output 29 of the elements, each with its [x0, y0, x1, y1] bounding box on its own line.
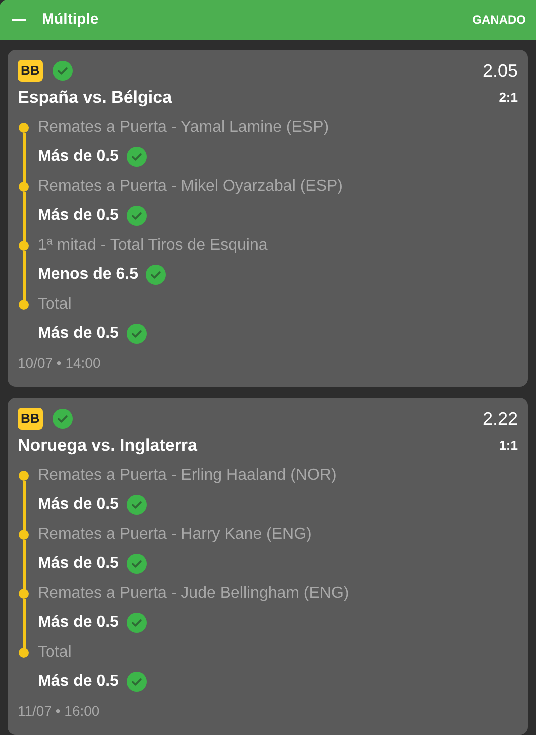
odds: 2.22 — [482, 408, 518, 430]
market-name: Total — [38, 642, 72, 662]
bet-status: GANADO — [472, 12, 526, 29]
match-date: 11/07 • 16:00 — [18, 702, 100, 721]
match-title: España vs. Bélgica — [18, 87, 172, 110]
selection-pick: Más de 0.5 — [38, 613, 119, 633]
selection-pick: Más de 0.5 — [38, 147, 119, 167]
bet-builder-badge: BB — [18, 408, 43, 430]
selection-pick: Más de 0.5 — [38, 324, 119, 344]
market-name: 1ª mitad - Total Tiros de Esquina — [38, 236, 268, 256]
selection-pick: Más de 0.5 — [38, 495, 119, 515]
selection-pick: Más de 0.5 — [38, 672, 119, 692]
match-score: 1:1 — [499, 437, 518, 456]
match-title: Noruega vs. Inglaterra — [18, 435, 198, 458]
market-name: Remates a Puerta - Harry Kane (ENG) — [38, 524, 312, 544]
bet-type-title: Múltiple — [42, 10, 99, 30]
header-bar[interactable]: Múltiple GANADO — [0, 0, 536, 40]
match-date: 10/07 • 14:00 — [18, 354, 101, 373]
odds: 2.05 — [482, 60, 518, 82]
market-name: Remates a Puerta - Yamal Lamine (ESP) — [38, 118, 330, 138]
selection-pick: Más de 0.5 — [38, 554, 119, 574]
market-name: Remates a Puerta - Jude Bellingham (ENG) — [38, 584, 350, 604]
market-name: Total — [38, 294, 72, 314]
market-name: Remates a Puerta - Erling Haaland (NOR) — [38, 466, 337, 486]
match-score: 2:1 — [499, 89, 518, 108]
bet-builder-badge: BB — [18, 60, 43, 82]
selection-pick: Más de 0.5 — [38, 206, 119, 226]
market-name: Remates a Puerta - Mikel Oyarzabal (ESP) — [38, 176, 343, 196]
selection-pick: Menos de 6.5 — [38, 265, 138, 285]
